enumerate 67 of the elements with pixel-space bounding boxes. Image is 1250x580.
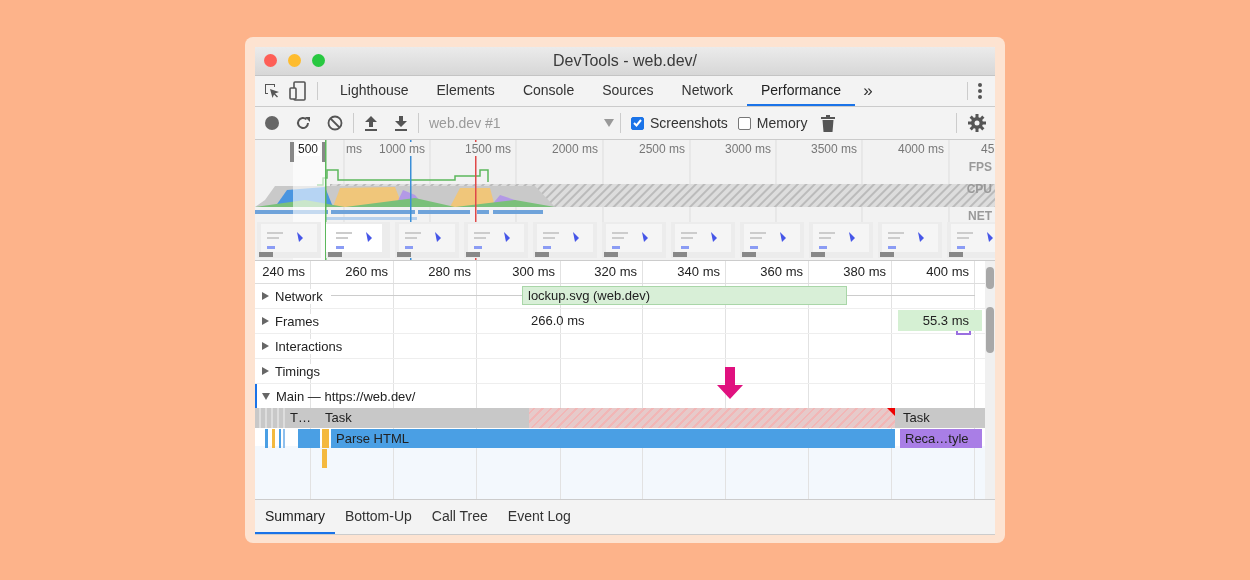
ruler-label: 1500 ms [463, 142, 512, 156]
ruler-label: 4000 ms [896, 142, 945, 156]
call-bar[interactable]: Reca…tyle [900, 429, 982, 448]
ruler-label: 45 [980, 142, 995, 156]
ruler-label: 340 ms [677, 264, 720, 279]
ruler-label: 320 ms [594, 264, 637, 279]
checkbox[interactable] [631, 116, 644, 130]
settings-icon[interactable] [968, 114, 986, 132]
track-label: CPU [966, 182, 992, 196]
panel-tab[interactable]: Lighthouse [326, 76, 423, 106]
ruler-label: 260 ms [345, 264, 388, 279]
expand-triangle-icon[interactable] [262, 392, 270, 400]
download-icon[interactable] [394, 115, 408, 131]
ruler-label: 3000 ms [723, 142, 772, 156]
track-label[interactable]: Timings [275, 363, 321, 379]
ruler-label: 380 ms [843, 264, 886, 279]
interaction-bracket [956, 331, 971, 335]
expand-triangle-icon[interactable] [262, 317, 269, 325]
down-arrow-icon [717, 367, 743, 399]
scrollbar[interactable] [985, 261, 995, 499]
ruler-label: 3500 ms [809, 142, 858, 156]
checkbox[interactable] [737, 116, 751, 130]
inspect-icon[interactable] [263, 82, 281, 100]
call-bar[interactable]: Parse HTML [331, 429, 895, 448]
ruler-label: 300 ms [512, 264, 555, 279]
trash-icon[interactable] [821, 114, 836, 132]
track-label[interactable]: Interactions [275, 338, 343, 354]
ruler-label: 2500 ms [637, 142, 686, 156]
panel-tab[interactable]: Sources [588, 76, 668, 106]
ruler-label: 400 ms [926, 264, 969, 279]
caret-icon [604, 119, 614, 127]
panel-tab[interactable]: Console [508, 76, 589, 106]
frame-bar[interactable]: 55.3 ms [898, 310, 982, 331]
panel-tab[interactable]: Elements [422, 76, 509, 106]
more-tabs-button[interactable]: » [855, 76, 881, 106]
ruler-label: 360 ms [760, 264, 803, 279]
panel-tab[interactable]: Network [667, 76, 747, 106]
expand-triangle-icon[interactable] [262, 367, 269, 375]
expand-triangle-icon[interactable] [262, 342, 269, 350]
network-request-bar[interactable]: lockup.svg (web.dev) [522, 286, 847, 305]
ruler-label: 240 ms [262, 264, 305, 279]
details-tab[interactable]: Bottom-Up [334, 500, 422, 534]
window-title: DevTools - web.dev/ [552, 52, 698, 69]
selection-label: 500 [296, 142, 321, 156]
track-label[interactable]: Network [275, 288, 323, 304]
checkbox-label: Memory [756, 115, 808, 131]
upload-icon[interactable] [364, 115, 378, 131]
selection-handle[interactable] [290, 142, 294, 162]
reload-icon[interactable] [295, 115, 311, 131]
menu-icon[interactable] [978, 82, 982, 100]
track-label[interactable]: Main — https://web.dev/ [276, 388, 416, 404]
details-tab[interactable]: Summary [255, 500, 335, 534]
track-label[interactable]: Frames [275, 313, 320, 329]
ruler-label: 280 ms [428, 264, 471, 279]
details-tab[interactable]: Event Log [497, 500, 581, 534]
record-button[interactable] [265, 116, 279, 130]
close-button[interactable] [264, 54, 277, 67]
track-label: FPS [968, 160, 992, 174]
frame-duration[interactable]: 266.0 ms [531, 313, 585, 328]
checkbox-label: Screenshots [650, 115, 728, 131]
ruler-label: 2000 ms [550, 142, 599, 156]
expand-triangle-icon[interactable] [262, 292, 269, 300]
clear-icon[interactable] [327, 115, 343, 131]
details-tab[interactable]: Call Tree [421, 500, 498, 534]
ruler-label: 1000 ms [377, 142, 426, 156]
device-toolbar-icon[interactable] [289, 81, 307, 101]
track-label: NET [968, 209, 992, 223]
